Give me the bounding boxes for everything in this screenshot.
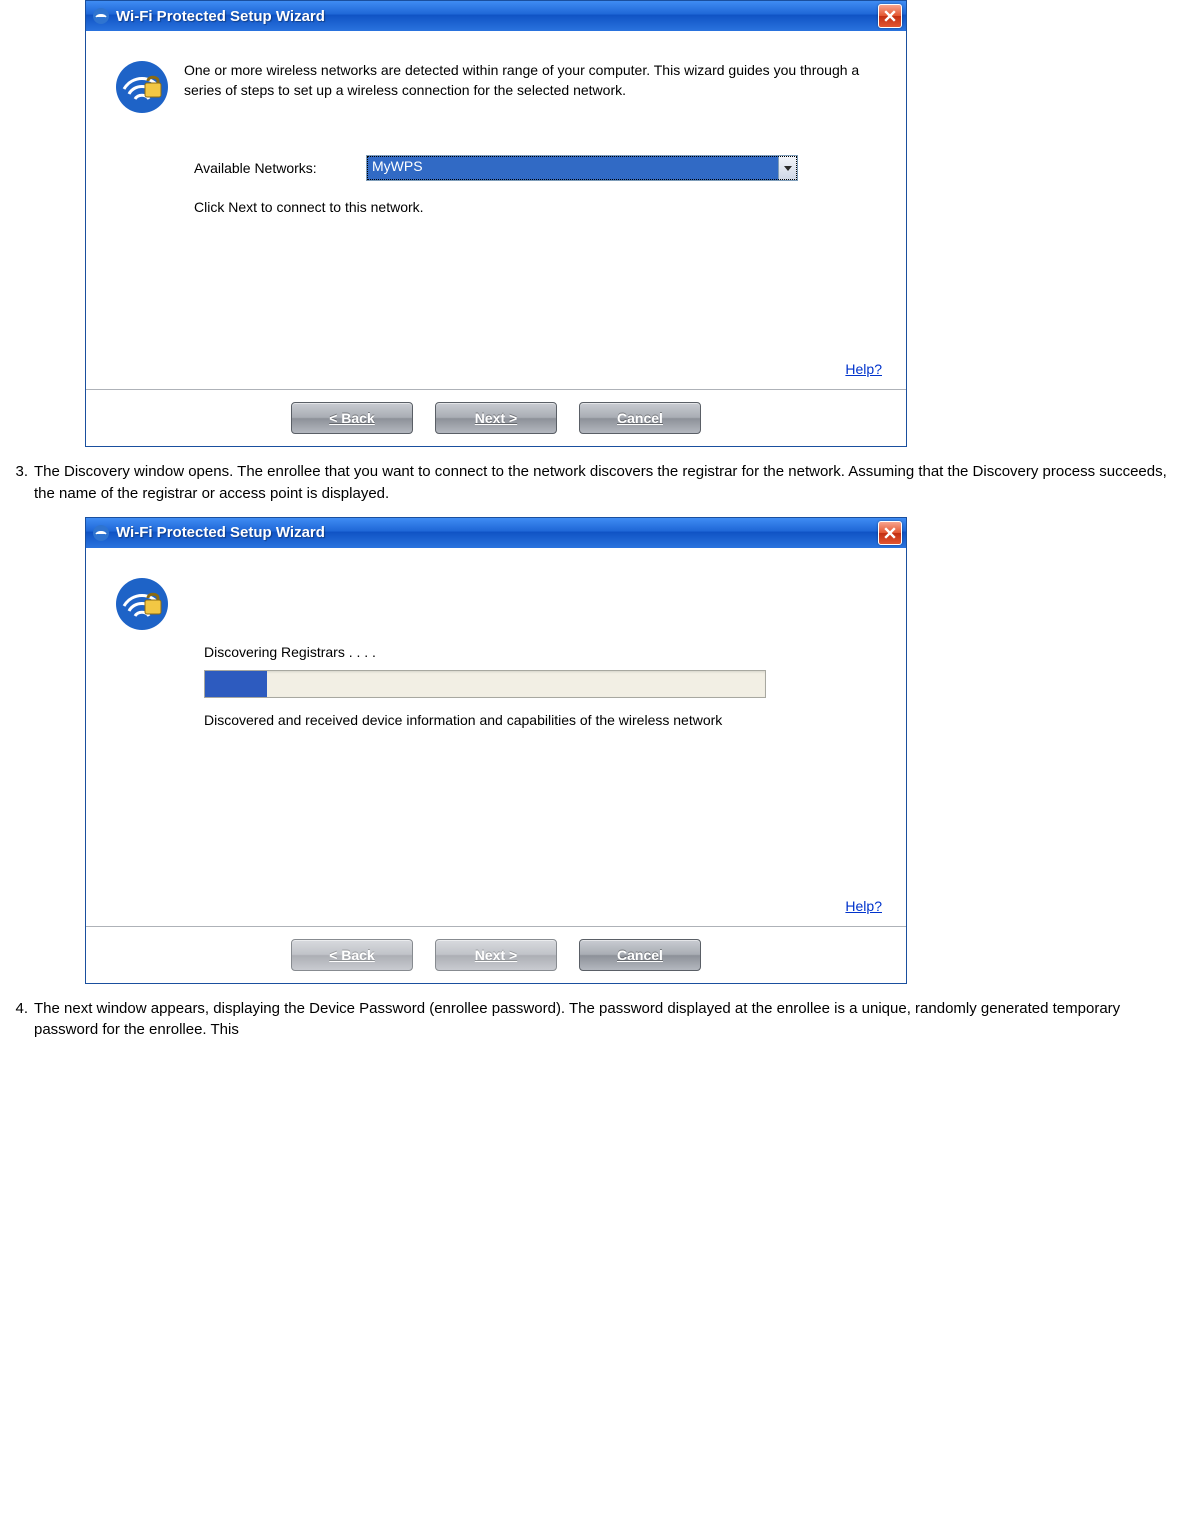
- app-icon: [92, 524, 110, 542]
- next-button[interactable]: Next >: [435, 939, 557, 971]
- help-link[interactable]: Help?: [845, 361, 882, 377]
- discovered-text: Discovered and received device informati…: [204, 712, 882, 728]
- close-button[interactable]: [878, 4, 902, 28]
- titlebar[interactable]: Wi-Fi Protected Setup Wizard: [86, 1, 906, 31]
- back-button[interactable]: < Back: [291, 402, 413, 434]
- wizard-window-available-networks: Wi-Fi Protected Setup Wizard: [85, 0, 907, 447]
- cancel-button[interactable]: Cancel: [579, 402, 701, 434]
- wifi-lock-icon: [114, 59, 170, 115]
- button-bar: < Back Next > Cancel: [86, 926, 906, 983]
- close-button[interactable]: [878, 521, 902, 545]
- chevron-down-icon[interactable]: [778, 156, 797, 180]
- step-3-text: 3. The Discovery window opens. The enrol…: [0, 461, 1178, 505]
- connect-hint-text: Click Next to connect to this network.: [194, 199, 882, 215]
- window-title: Wi-Fi Protected Setup Wizard: [116, 8, 878, 25]
- step-body: The Discovery window opens. The enrollee…: [34, 461, 1178, 505]
- cancel-button[interactable]: Cancel: [579, 939, 701, 971]
- step-4-text: 4. The next window appears, displaying t…: [0, 998, 1178, 1042]
- close-icon: [884, 527, 896, 539]
- step-number: 4.: [0, 998, 34, 1020]
- step-body: The next window appears, displaying the …: [34, 998, 1178, 1042]
- available-networks-combobox[interactable]: MyWPS: [366, 155, 798, 181]
- wizard-window-discovery: Wi-Fi Protected Setup Wizard: [85, 517, 907, 984]
- combobox-value: MyWPS: [367, 156, 778, 180]
- progress-fill: [205, 671, 267, 697]
- button-bar: < Back Next > Cancel: [86, 389, 906, 446]
- close-icon: [884, 10, 896, 22]
- step-number: 3.: [0, 461, 34, 483]
- titlebar[interactable]: Wi-Fi Protected Setup Wizard: [86, 518, 906, 548]
- help-link[interactable]: Help?: [845, 898, 882, 914]
- next-button[interactable]: Next >: [435, 402, 557, 434]
- intro-text: One or more wireless networks are detect…: [184, 59, 882, 100]
- back-button[interactable]: < Back: [291, 939, 413, 971]
- available-networks-label: Available Networks:: [194, 160, 344, 176]
- discovering-label: Discovering Registrars . . . .: [204, 644, 882, 660]
- progress-bar: [204, 670, 766, 698]
- window-title: Wi-Fi Protected Setup Wizard: [116, 524, 878, 541]
- app-icon: [92, 7, 110, 25]
- wifi-lock-icon: [114, 576, 170, 632]
